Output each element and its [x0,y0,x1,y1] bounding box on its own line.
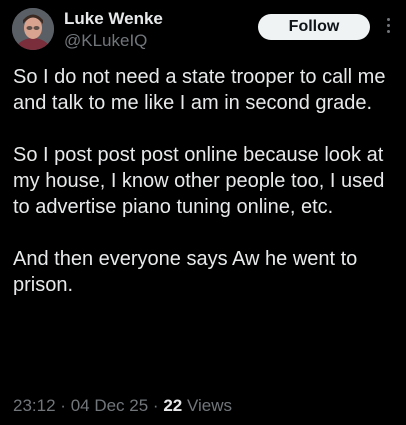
author-avatar[interactable] [12,8,54,50]
meta-separator: · [60,396,66,415]
follow-button[interactable]: Follow [258,14,370,40]
tweet-time[interactable]: 23:12 [13,396,56,415]
author-handle[interactable]: @KLukeIQ [64,30,147,52]
author-name[interactable]: Luke Wenke [64,8,163,30]
meta-separator: · [152,396,159,415]
tweet-date[interactable]: 04 Dec 25 [71,396,149,415]
avatar-photo-icon [12,8,54,50]
tweet-text: So I do not need a state trooper to call… [13,64,399,298]
tweet-paragraph: So I do not need a state trooper to call… [13,66,386,114]
tweet-paragraph: So I post post post online because look … [13,144,385,218]
views-count: 22 [163,396,183,415]
more-vertical-icon[interactable] [384,18,392,36]
tweet-meta: 23:12 · 04 Dec 25 · 22 Views [13,395,232,417]
tweet: Luke Wenke @KLukeIQ Follow So I do not n… [0,0,406,425]
tweet-paragraph: And then everyone says Aw he went to pri… [13,248,358,296]
views-label: Views [186,396,233,415]
